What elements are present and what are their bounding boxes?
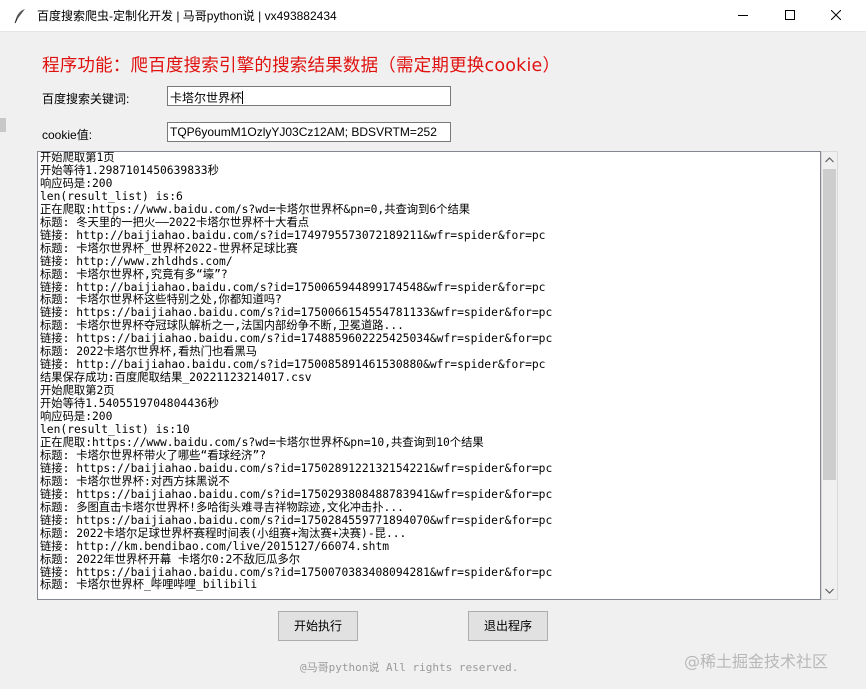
minimize-button[interactable]: [720, 0, 766, 31]
log-line: 正在爬取:https://www.baidu.com/s?wd=卡塔尔世界杯&p…: [40, 435, 484, 449]
maximize-icon: [785, 10, 795, 20]
scrollbar-thumb[interactable]: [823, 169, 836, 480]
log-line: 标题: 2022年世界杯开幕 卡塔尔0:2不敌厄瓜多尔: [40, 552, 301, 566]
program-description: 程序功能：爬百度搜索引擎的搜索结果数据（需定期更换cookie）: [42, 56, 561, 76]
log-line: 标题: 卡塔尔世界杯带火了哪些“看球经济”?: [40, 448, 267, 462]
close-button[interactable]: [813, 0, 859, 31]
log-line: 开始爬取第1页: [40, 151, 115, 164]
log-line: 结果保存成功:百度爬取结果_20221123214017.csv: [40, 371, 312, 385]
cookie-label: cookie值:: [42, 128, 93, 142]
log-line: 链接: https://baijiahao.baidu.com/s?id=175…: [40, 513, 553, 527]
log-line: 标题: 卡塔尔世界杯,究竟有多“壕”?: [40, 267, 228, 281]
log-line: 标题: 卡塔尔世界杯:对西方抹黑说不: [40, 474, 230, 488]
maximize-button[interactable]: [767, 0, 813, 31]
keyword-label: 百度搜索关键词:: [42, 92, 130, 106]
log-line: 链接: https://baijiahao.baidu.com/s?id=175…: [40, 461, 553, 475]
log-line: 开始等待1.2987101450639833秒: [40, 163, 219, 177]
cookie-value: TQP6youmM1OzlyYJ03Cz12AM; BDSVRTM=252: [170, 125, 437, 139]
text-caret: [242, 91, 244, 104]
title-bar[interactable]: 百度搜索爬虫-定制化开发 | 马哥python说 | vx493882434: [0, 0, 866, 32]
log-line: 标题: 卡塔尔世界杯_世界杯2022-世界杯足球比赛: [40, 241, 298, 255]
minimize-icon: [738, 15, 748, 16]
log-line: 链接: http://baijiahao.baidu.com/s?id=1749…: [40, 228, 546, 242]
log-line: 开始等待1.5405519704804436秒: [40, 397, 219, 411]
feather-icon: [14, 9, 25, 24]
keyword-input[interactable]: 卡塔尔世界杯: [167, 86, 451, 106]
watermark: @稀土掘金技术社区: [684, 652, 829, 671]
copyright-footer: @马哥python说 All rights reserved.: [300, 661, 519, 674]
log-line: 链接: http://km.bendibao.com/live/2015127/…: [40, 539, 390, 553]
log-line: 链接: https://baijiahao.baidu.com/s?id=175…: [40, 487, 553, 501]
close-icon: [831, 10, 841, 20]
log-textarea[interactable]: 开始爬取第1页 开始等待1.2987101450639833秒 响应码是:200 le…: [37, 151, 821, 600]
scroll-up-icon[interactable]: [825, 157, 834, 163]
quit-button[interactable]: 退出程序: [468, 611, 548, 641]
log-scrollbar[interactable]: [821, 151, 838, 600]
cookie-input[interactable]: TQP6youmM1OzlyYJ03Cz12AM; BDSVRTM=252: [167, 122, 451, 142]
log-line: len(result_list) is:6: [40, 189, 183, 203]
log-line: 标题: 2022卡塔尔足球世界杯赛程时间表(小组赛+淘汰赛+决赛)-昆...: [40, 526, 407, 540]
log-line: 正在爬取:https://www.baidu.com/s?wd=卡塔尔世界杯&p…: [40, 202, 471, 216]
log-line: 标题: 多图直击卡塔尔世界杯!多哈街头难寻吉祥物踪迹,文化冲击扑...: [40, 500, 404, 514]
keyword-value: 卡塔尔世界杯: [170, 91, 243, 105]
log-line: 标题: 卡塔尔世界杯_哔哩哔哩_bilibili: [40, 578, 258, 592]
window-title: 百度搜索爬虫-定制化开发 | 马哥python说 | vx493882434: [37, 9, 337, 23]
log-line: 响应码是:200: [40, 176, 113, 190]
log-line: 标题: 冬天里的一把火——2022卡塔尔世界杯十大看点: [40, 215, 310, 229]
start-button[interactable]: 开始执行: [278, 611, 358, 641]
log-line: 链接: http://www.zhldhds.com/: [40, 254, 233, 268]
background-window-edge: [0, 118, 6, 132]
scroll-down-icon[interactable]: [825, 588, 834, 594]
log-content: 开始爬取第1页 开始等待1.2987101450639833秒 响应码是:200 le…: [38, 152, 820, 592]
